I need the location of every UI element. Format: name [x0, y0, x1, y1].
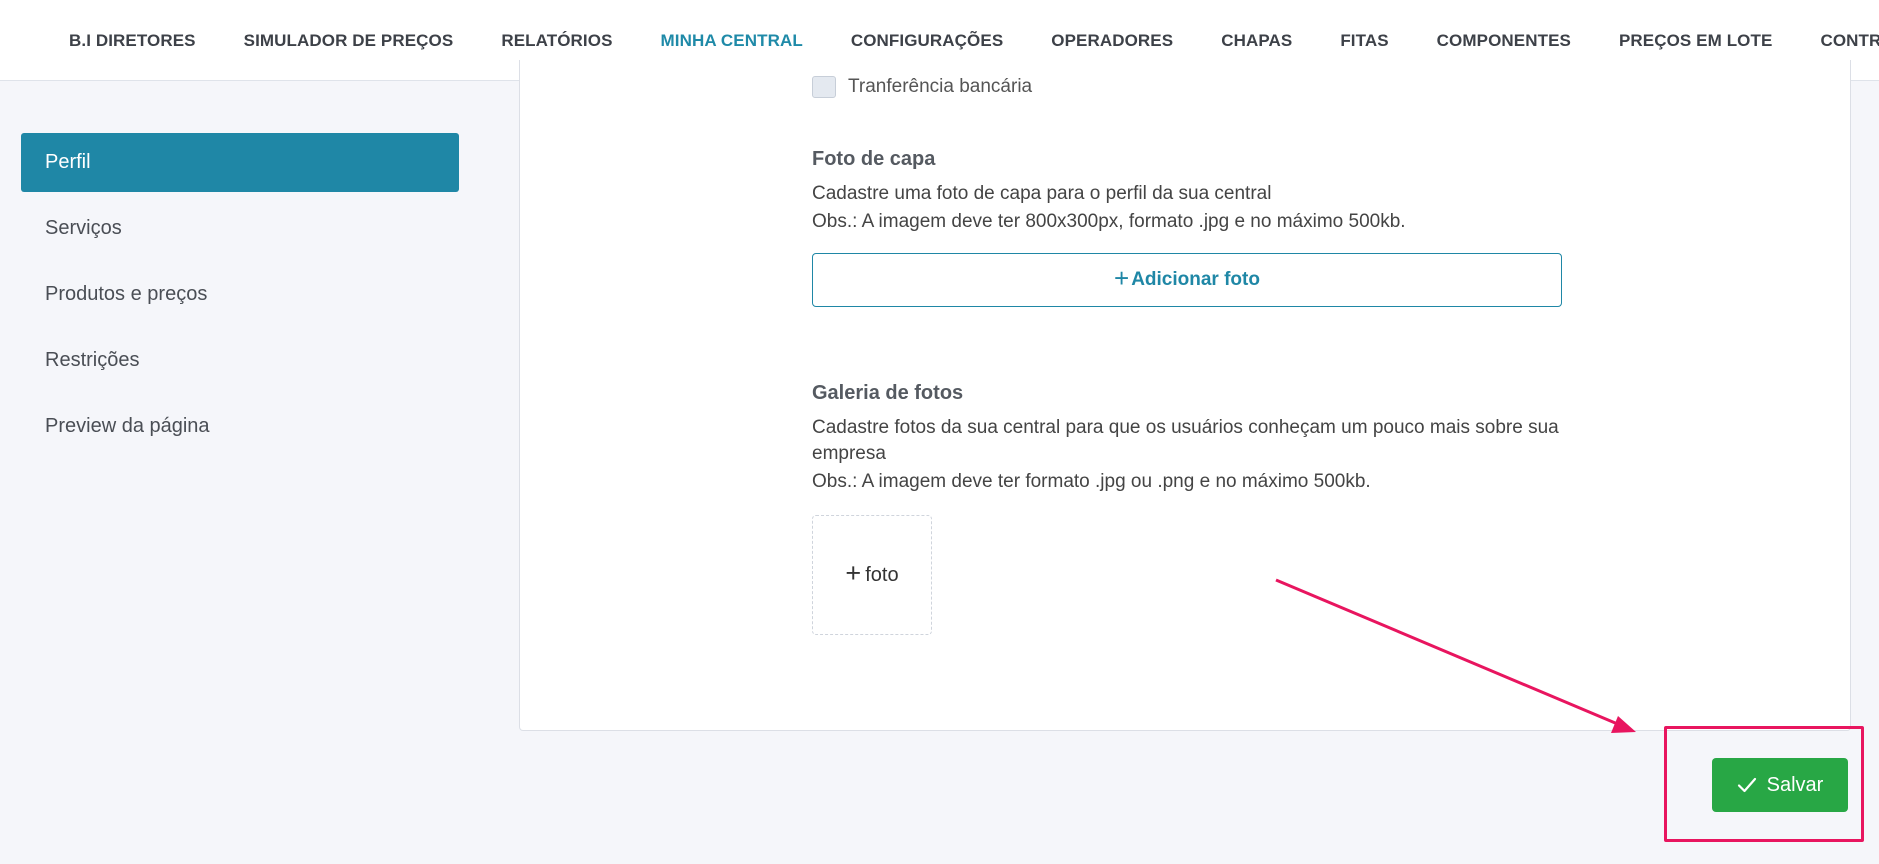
sidebar-item-preview-da-pagina[interactable]: Preview da página	[21, 397, 459, 456]
save-button[interactable]: Salvar	[1712, 758, 1848, 812]
sidebar-item-perfil[interactable]: Perfil	[21, 133, 459, 192]
add-gallery-photo-label: foto	[865, 563, 899, 586]
gallery-description: Cadastre fotos da sua central para que o…	[812, 417, 1559, 464]
cover-photo-section: Foto de capa Cadastre uma foto de capa p…	[812, 148, 1572, 307]
sidebar-item-servicos[interactable]: Serviços	[21, 199, 459, 258]
add-cover-photo-label: Adicionar foto	[1131, 269, 1260, 290]
nav-item-bi-diretores[interactable]: B.I DIRETORES	[45, 0, 220, 80]
save-button-label: Salvar	[1766, 773, 1824, 796]
bank-transfer-label: Tranferência bancária	[848, 76, 1033, 97]
gallery-section: Galeria de fotos Cadastre fotos da sua c…	[812, 382, 1582, 635]
check-icon	[1737, 777, 1757, 793]
plus-icon: +	[1114, 263, 1130, 293]
profile-form-card: Tranferência bancária Foto de capa Cadas…	[519, 60, 1851, 731]
sidebar: Perfil Serviços Produtos e preços Restri…	[21, 133, 459, 463]
add-gallery-photo-button[interactable]: + foto	[812, 515, 932, 635]
cover-photo-description: Cadastre uma foto de capa para o perfil …	[812, 183, 1272, 204]
sidebar-item-produtos-e-precos[interactable]: Produtos e preços	[21, 265, 459, 324]
cover-photo-title: Foto de capa	[812, 148, 936, 170]
add-cover-photo-button[interactable]: + Adicionar foto	[812, 253, 1562, 307]
nav-item-simulador-de-precos[interactable]: SIMULADOR DE PREÇOS	[220, 0, 478, 80]
plus-icon: +	[845, 557, 862, 588]
gallery-title: Galeria de fotos	[812, 382, 964, 404]
sidebar-item-restricoes[interactable]: Restrições	[21, 331, 459, 390]
cover-photo-note: Obs.: A imagem deve ter 800x300px, forma…	[812, 211, 1406, 232]
payment-option-bank-transfer[interactable]: Tranferência bancária	[812, 76, 1032, 98]
gallery-note: Obs.: A imagem deve ter formato .jpg ou …	[812, 471, 1371, 492]
bank-transfer-checkbox[interactable]	[812, 76, 836, 98]
